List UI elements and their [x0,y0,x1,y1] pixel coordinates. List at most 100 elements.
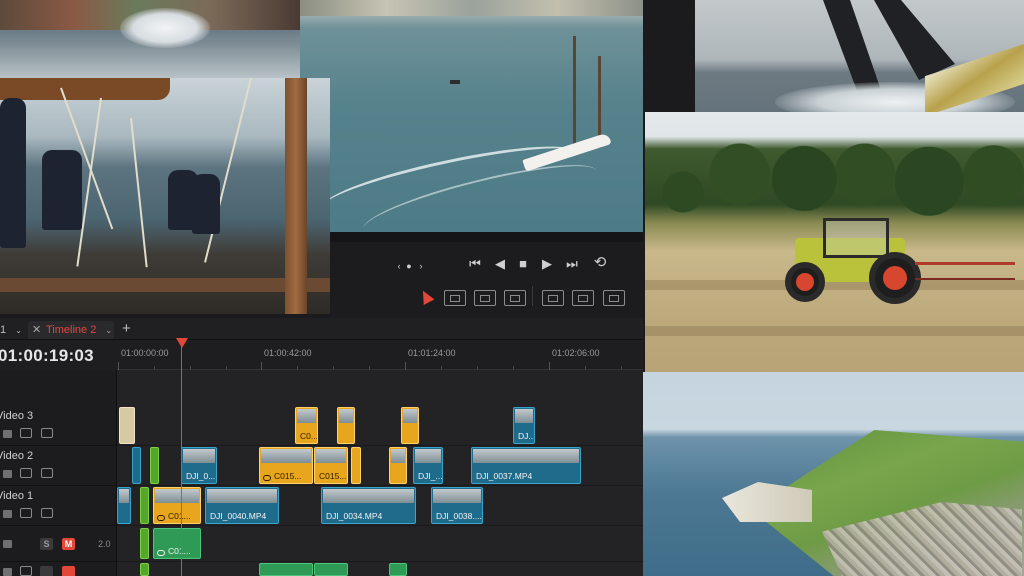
aerial-schooner-photo [300,0,643,232]
track-headers: Video 3 Video 2 Video 1 S M 2.0 [0,370,117,576]
clip[interactable]: DJI_0037.MP4 [471,447,581,484]
toolbar-divider [532,286,533,306]
lock-icon[interactable] [3,510,12,518]
ruler-label: 01:01:24:00 [408,348,456,358]
replace-clip-icon[interactable] [603,290,625,306]
lane-video-3 [117,406,643,446]
close-icon[interactable]: ✕ [32,321,41,339]
aerial-coastline-photo [582,372,1024,576]
mute-button[interactable]: M [62,538,75,550]
lock-icon[interactable] [3,568,12,576]
clip-label: C015... [319,471,347,481]
clip[interactable] [337,407,355,444]
clip[interactable] [132,447,141,484]
clip-label: DJI_0037.MP4 [476,471,533,481]
add-timeline-button[interactable]: + [122,320,131,337]
ruler-label: 01:00:42:00 [264,348,312,358]
clip[interactable]: DJI_0... [181,447,217,484]
dynamic-trim-tool-icon[interactable] [474,290,496,306]
monitor-icon[interactable] [20,468,32,478]
clip-label: DJI_0038.... [436,511,482,521]
clip-label: DJI_0... [186,471,216,481]
chevron-down-icon: ⌄ [15,326,22,335]
clip[interactable] [119,407,135,444]
solo-button[interactable]: S [40,538,53,550]
clip-label: C0... [300,431,318,441]
clip[interactable]: DJ... [513,407,535,444]
lock-icon[interactable] [3,430,12,438]
track-header-audio-1[interactable]: S M 2.0 [0,526,117,562]
trim-tool-icon[interactable] [444,290,466,306]
clip[interactable]: C01... [153,487,201,524]
clip[interactable] [140,487,149,524]
track-header-audio-2[interactable] [0,562,117,576]
timeline-lanes[interactable]: C0... DJ... DJI_0... C015... C015... DJI… [117,370,643,576]
monitor-icon[interactable] [20,566,32,576]
link-icon [157,515,165,521]
tab-label: 1 [0,324,7,336]
clip[interactable]: C0... [295,407,318,444]
prev-frame-icon[interactable]: ⏮ [466,257,484,271]
viewer-nav-right-icon[interactable]: › [412,259,430,273]
link-icon [157,550,165,556]
film-icon[interactable] [41,508,53,518]
clip[interactable]: C01... [153,528,201,559]
sailors-deck-photo [0,78,330,314]
film-icon[interactable] [41,468,53,478]
clip[interactable] [150,447,159,484]
film-icon[interactable] [41,428,53,438]
lock-icon[interactable] [3,540,12,548]
clip[interactable]: DJI_0038.... [431,487,483,524]
monitor-icon[interactable] [20,508,32,518]
timeline-tab-bar: 1 ⌄ ✕ Timeline 2 ⌄ [0,318,643,340]
playhead-handle[interactable] [176,338,188,348]
coast-photo [0,0,300,78]
track-header-video-3[interactable]: Video 3 [0,406,117,446]
ruler-label: 01:00:00:00 [121,348,169,358]
clip-label: DJ... [518,431,535,441]
mute-button[interactable] [62,566,75,576]
clip[interactable] [351,447,361,484]
clip[interactable] [314,563,348,576]
play-reverse-icon[interactable]: ◀ [491,257,509,271]
clip[interactable] [140,563,149,576]
clip-label: DJI_0040.MP4 [210,511,267,521]
next-frame-icon[interactable]: ⏭ [563,257,581,271]
lock-icon[interactable] [3,470,12,478]
lane-audio-2 [117,562,643,576]
clip[interactable]: DJI_... [413,447,443,484]
clip[interactable]: DJI_0040.MP4 [205,487,279,524]
clip[interactable]: C015... [259,447,313,484]
clip[interactable] [389,447,407,484]
clip[interactable] [389,563,407,576]
stop-icon[interactable]: ■ [514,257,532,271]
track-header-video-1[interactable]: Video 1 [0,486,117,526]
clip-label: C01... [168,546,191,556]
overwrite-clip-icon[interactable] [572,290,594,306]
insert-clip-icon[interactable] [542,290,564,306]
audio-level: 2.0 [98,539,111,549]
clip[interactable] [140,528,149,559]
clip-label: DJI_... [418,471,443,481]
tab-timeline-2[interactable]: ✕ Timeline 2 ⌄ [28,321,114,339]
clip[interactable] [117,487,131,524]
track-name: Video 2 [0,450,34,462]
playhead[interactable] [181,340,182,576]
clip-label: C015... [274,471,302,481]
clip[interactable] [401,407,419,444]
ruler-label: 01:02:06:00 [552,348,600,358]
clip[interactable]: DJI_0034.MP4 [321,487,416,524]
blade-tool-icon[interactable] [504,290,526,306]
solo-button[interactable] [40,566,53,576]
link-icon [263,475,271,481]
clip[interactable]: C015... [314,447,348,484]
track-name: Video 3 [0,410,34,422]
clip[interactable] [259,563,313,576]
play-icon[interactable]: ▶ [538,257,556,271]
tab-timeline-1[interactable]: 1 ⌄ [0,321,24,339]
track-header-video-2[interactable]: Video 2 [0,446,117,486]
timeline-ruler[interactable]: 01:00:00:00 01:00:42:00 01:01:24:00 01:0… [117,340,643,370]
timecode-display[interactable]: 01:00:19:03 [0,346,94,366]
loop-icon[interactable]: ⟲ [591,255,609,270]
monitor-icon[interactable] [20,428,32,438]
